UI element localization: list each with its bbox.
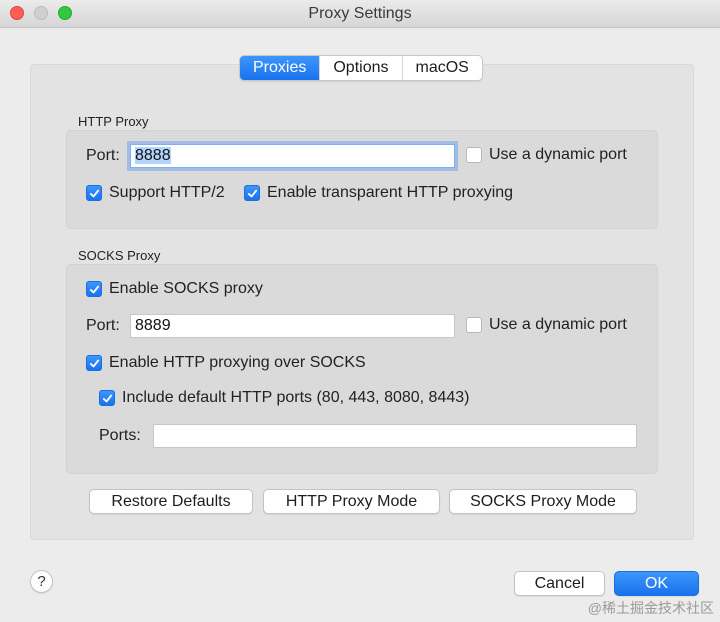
- ok-button[interactable]: OK: [614, 571, 699, 596]
- enable-socks-label: Enable SOCKS proxy: [109, 280, 263, 297]
- window-title: Proxy Settings: [308, 5, 412, 22]
- checkbox-unchecked-icon: [466, 147, 482, 163]
- support-http2-label: Support HTTP/2: [109, 184, 225, 201]
- http-over-socks-checkbox[interactable]: Enable HTTP proxying over SOCKS: [86, 354, 366, 372]
- http-port-field[interactable]: 8888: [130, 144, 455, 168]
- socks-proxy-mode-button[interactable]: SOCKS Proxy Mode: [449, 489, 637, 514]
- include-default-ports-checkbox[interactable]: Include default HTTP ports (80, 443, 808…: [99, 389, 469, 407]
- checkmark-icon: [244, 185, 260, 201]
- checkmark-icon: [86, 185, 102, 201]
- checkmark-icon: [99, 390, 115, 406]
- transparent-proxying-checkbox[interactable]: Enable transparent HTTP proxying: [244, 184, 513, 202]
- tab-bar: Proxies Options macOS: [239, 55, 483, 81]
- socks-port-field[interactable]: 8889: [130, 314, 455, 338]
- http-port-label: Port:: [86, 147, 120, 164]
- title-bar: Proxy Settings: [0, 0, 720, 28]
- include-default-ports-label: Include default HTTP ports (80, 443, 808…: [122, 389, 470, 406]
- http-port-value: 8888: [135, 147, 171, 164]
- http-dynamic-port-checkbox[interactable]: Use a dynamic port: [466, 146, 627, 164]
- ports-field[interactable]: [153, 424, 637, 448]
- restore-defaults-button[interactable]: Restore Defaults: [89, 489, 253, 514]
- ports-label: Ports:: [99, 427, 141, 444]
- transparent-proxying-label: Enable transparent HTTP proxying: [267, 184, 514, 201]
- checkmark-icon: [86, 281, 102, 297]
- tab-proxies[interactable]: Proxies: [240, 56, 321, 80]
- http-proxy-section-label: HTTP Proxy: [78, 114, 149, 129]
- socks-port-value: 8889: [135, 317, 171, 334]
- cancel-button[interactable]: Cancel: [514, 571, 605, 596]
- socks-dynamic-port-checkbox[interactable]: Use a dynamic port: [466, 316, 627, 334]
- help-button[interactable]: ?: [30, 570, 53, 593]
- http-proxy-mode-button[interactable]: HTTP Proxy Mode: [263, 489, 440, 514]
- socks-port-label: Port:: [86, 317, 120, 334]
- support-http2-checkbox[interactable]: Support HTTP/2: [86, 184, 225, 202]
- checkbox-unchecked-icon: [466, 317, 482, 333]
- checkmark-icon: [86, 355, 102, 371]
- socks-dynamic-port-label: Use a dynamic port: [489, 316, 627, 333]
- http-over-socks-label: Enable HTTP proxying over SOCKS: [109, 354, 366, 371]
- watermark: @稀土掘金技术社区: [587, 600, 714, 616]
- http-dynamic-port-label: Use a dynamic port: [489, 146, 627, 163]
- socks-proxy-section-label: SOCKS Proxy: [78, 248, 161, 263]
- tab-macos[interactable]: macOS: [403, 56, 482, 80]
- enable-socks-checkbox[interactable]: Enable SOCKS proxy: [86, 280, 263, 298]
- tab-options[interactable]: Options: [320, 56, 403, 80]
- proxy-settings-window: Proxy Settings Proxies Options macOS HTT…: [0, 0, 720, 622]
